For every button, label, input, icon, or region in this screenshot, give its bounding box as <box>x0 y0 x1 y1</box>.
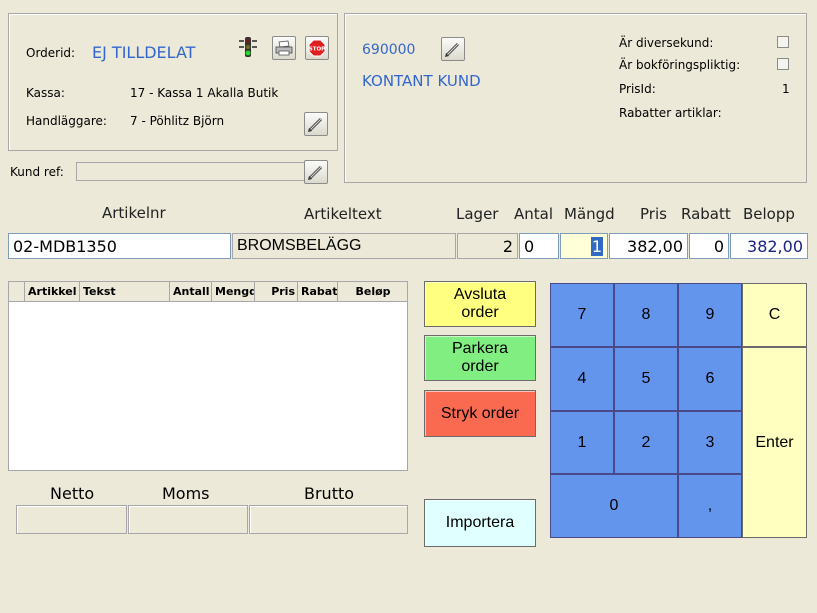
header-mangd: Mängd <box>564 205 615 223</box>
stryk-order-label: Stryk order <box>440 404 520 422</box>
handlaggare-value: 7 - Pöhlitz Björn <box>130 114 225 128</box>
artikelnr-input[interactable]: 02-MDB1350 <box>8 233 231 259</box>
grid-col-indicator <box>9 282 25 301</box>
moms-field <box>128 505 248 534</box>
header-pris: Pris <box>640 205 667 223</box>
keypad-2[interactable]: 2 <box>614 411 678 474</box>
customer-name: KONTANT KUND <box>362 72 481 90</box>
edit-customer-button[interactable] <box>441 37 465 61</box>
header-artikelnr: Artikelnr <box>102 204 166 222</box>
pencil-icon <box>308 165 323 180</box>
mangd-input[interactable]: 1 <box>560 233 608 259</box>
brutto-field <box>249 505 408 534</box>
rabatter-label: Rabatter artiklar: <box>619 106 722 120</box>
kassa-value: 17 - Kassa 1 Akalla Butik <box>130 86 279 100</box>
importera-label: Importera <box>445 514 515 531</box>
grid-col-pris[interactable]: Pris <box>255 282 298 301</box>
artikeltext-field: BROMSBELÄGG <box>232 233 456 259</box>
stop-sign-icon: STOP <box>308 39 326 57</box>
grid-col-belop[interactable]: Beløp <box>338 282 407 301</box>
keypad-enter[interactable]: Enter <box>742 347 807 538</box>
bokforing-label: Är bokföringspliktig: <box>619 58 741 72</box>
grid-header-row: Artikkel Tekst Antall Mengd Pris Rabat B… <box>9 282 407 302</box>
traffic-light-icon <box>239 37 257 57</box>
pencil-icon <box>445 42 460 57</box>
lager-field: 2 <box>457 233 518 259</box>
keypad-5[interactable]: 5 <box>614 347 678 411</box>
diversekund-checkbox[interactable] <box>777 36 789 48</box>
printer-icon <box>275 40 293 56</box>
keypad-1[interactable]: 1 <box>550 411 614 474</box>
bokforing-checkbox[interactable] <box>777 58 789 70</box>
antal-value: 0 <box>524 236 535 256</box>
customer-number: 690000 <box>362 42 416 58</box>
importera-button[interactable]: Importera <box>424 499 536 547</box>
keypad-7[interactable]: 7 <box>550 283 614 347</box>
kundref-label: Kund ref: <box>10 165 64 179</box>
keypad-6[interactable]: 6 <box>678 347 742 411</box>
stop-sign-text: STOP <box>309 47 325 53</box>
order-panel: Orderid: EJ TILLDELAT STOP Kassa: 17 - K… <box>8 13 338 151</box>
grid-col-mengd[interactable]: Mengd <box>212 282 255 301</box>
netto-field <box>16 505 127 534</box>
keypad-comma[interactable]: , <box>678 474 742 538</box>
stryk-order-button[interactable]: Stryk order <box>424 390 536 437</box>
antal-input[interactable]: 0 <box>519 233 559 259</box>
keypad-8[interactable]: 8 <box>614 283 678 347</box>
prisid-value: 1 <box>782 82 790 96</box>
keypad-0[interactable]: 0 <box>550 474 678 538</box>
kassa-label: Kassa: <box>26 86 65 100</box>
belopp-field: 382,00 <box>730 233 808 259</box>
grid-col-tekst[interactable]: Tekst <box>80 282 170 301</box>
customer-panel: 690000 KONTANT KUND Är diversekund: Är b… <box>344 13 807 183</box>
rabatt-input[interactable]: 0 <box>689 233 729 259</box>
header-rabatt: Rabatt <box>681 205 731 223</box>
header-antal: Antal <box>514 205 554 223</box>
handlaggare-label: Handläggare: <box>26 114 107 128</box>
edit-kundref-button[interactable] <box>304 160 328 184</box>
keypad-3[interactable]: 3 <box>678 411 742 474</box>
diversekund-label: Är diversekund: <box>619 36 714 50</box>
order-lines-grid[interactable]: Artikkel Tekst Antall Mengd Pris Rabat B… <box>8 281 408 471</box>
status-light-button[interactable] <box>236 35 260 59</box>
grid-col-artikkel[interactable]: Artikkel <box>25 282 80 301</box>
orderid-label: Orderid: <box>26 46 76 60</box>
moms-label: Moms <box>162 484 210 503</box>
pencil-icon <box>308 117 323 132</box>
orderid-value: EJ TILLDELAT <box>92 43 196 62</box>
prisid-label: PrisId: <box>619 82 656 96</box>
brutto-label: Brutto <box>304 484 355 503</box>
print-button[interactable] <box>272 36 296 60</box>
parkera-order-label: Parkera order <box>451 340 509 375</box>
edit-handlaggare-button[interactable] <box>304 112 328 136</box>
keypad-4[interactable]: 4 <box>550 347 614 411</box>
avsluta-order-button[interactable]: Avsluta order <box>424 281 536 327</box>
keypad-clear[interactable]: C <box>742 283 807 347</box>
kundref-input[interactable] <box>76 162 306 181</box>
grid-col-antall[interactable]: Antall <box>170 282 212 301</box>
keypad-9[interactable]: 9 <box>678 283 742 347</box>
parkera-order-button[interactable]: Parkera order <box>424 335 536 381</box>
grid-col-rabat[interactable]: Rabat <box>298 282 338 301</box>
header-artikeltext: Artikeltext <box>304 205 382 223</box>
header-belopp: Belopp <box>743 205 795 223</box>
stop-button[interactable]: STOP <box>305 36 329 60</box>
avsluta-order-label: Avsluta order <box>453 286 507 321</box>
header-lager: Lager <box>456 205 499 223</box>
netto-label: Netto <box>50 484 95 503</box>
pris-input[interactable]: 382,00 <box>609 233 688 259</box>
mangd-value: 1 <box>590 236 603 256</box>
